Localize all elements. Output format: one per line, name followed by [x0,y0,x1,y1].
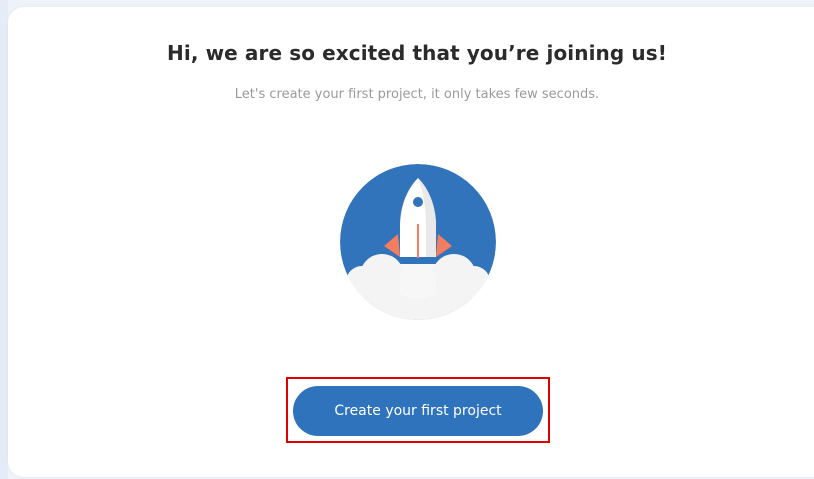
onboarding-page: Hi, we are so excited that you’re joinin… [0,0,814,479]
sidebar-edge [0,0,8,479]
rocket-launch-icon [340,164,496,320]
welcome-headline: Hi, we are so excited that you’re joinin… [167,41,667,65]
create-first-project-button[interactable]: Create your first project [293,386,543,436]
welcome-subtitle: Let's create your first project, it only… [234,87,600,102]
